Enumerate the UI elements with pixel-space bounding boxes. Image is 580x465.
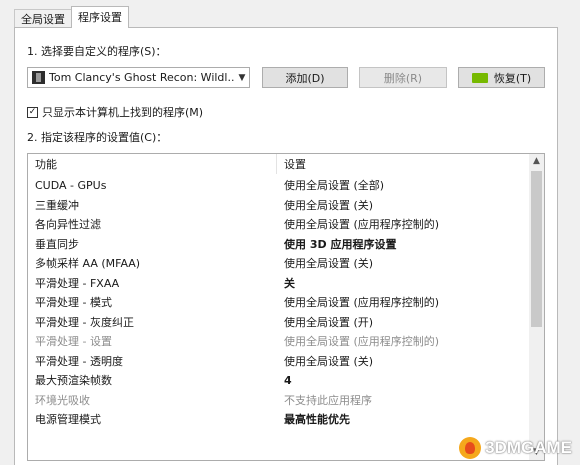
program-select-value: Tom Clancy's Ghost Recon: Wildl... [49, 71, 235, 84]
table-row[interactable]: 三重缓冲 使用全局设置 (关) [28, 196, 530, 216]
table-row[interactable]: 环境光吸收 不支持此应用程序 [28, 391, 530, 411]
watermark-logo: 3DMGAME [459, 437, 572, 459]
watermark-text: 3DMGAME [485, 438, 572, 457]
table-row[interactable]: 平滑处理 - FXAA 关 [28, 274, 530, 294]
table-row[interactable]: 多帧采样 AA (MFAA) 使用全局设置 (关) [28, 254, 530, 274]
chevron-down-icon[interactable]: ▼ [235, 73, 249, 83]
row-feature: 各向异性过滤 [35, 218, 101, 231]
tab-global-settings[interactable]: 全局设置 [14, 9, 72, 28]
row-setting-value[interactable]: 使用全局设置 (关) [277, 196, 373, 216]
show-found-programs-checkbox[interactable]: ✓ [27, 106, 38, 118]
settings-rows: CUDA - GPUs 使用全局设置 (全部) 三重缓冲 使用全局设置 (关) 各向异性… [28, 176, 530, 430]
row-feature: 环境光吸收 [35, 393, 90, 407]
row-setting-value[interactable]: 使用全局设置 (关) [277, 352, 373, 372]
row-feature: 垂直同步 [35, 237, 79, 251]
header-feature[interactable]: 功能 [28, 154, 277, 174]
row-setting-value[interactable]: 不支持此应用程序 [277, 391, 372, 411]
table-row[interactable]: CUDA - GPUs 使用全局设置 (全部) [28, 176, 530, 196]
section1-label: 1. 选择要自定义的程序(S)： [27, 45, 167, 58]
row-feature: 多帧采样 AA (MFAA) [35, 257, 141, 270]
nvidia-logo-icon [471, 72, 488, 83]
program-select[interactable]: Tom Clancy's Ghost Recon: Wildl... ▼ [27, 67, 250, 88]
table-row[interactable]: 最大预渲染帧数 4 [28, 371, 530, 391]
row-setting-value[interactable]: 使用全局设置 (全部) [277, 176, 384, 196]
settings-list-header: 功能 设置 [28, 154, 530, 174]
row-setting-value[interactable]: 最高性能优先 [277, 410, 350, 430]
header-setting[interactable]: 设置 [277, 154, 306, 174]
table-row[interactable]: 平滑处理 - 设置 使用全局设置 (应用程序控制的) [28, 332, 530, 352]
settings-list: 功能 设置 CUDA - GPUs 使用全局设置 (全部) 三重缓冲 使用全局设置 (… [27, 153, 545, 461]
row-setting-value[interactable]: 使用全局设置 (应用程序控制的) [277, 332, 439, 352]
row-feature: 平滑处理 - 设置 [35, 335, 112, 348]
table-row[interactable]: 平滑处理 - 模式 使用全局设置 (应用程序控制的) [28, 293, 530, 313]
row-setting-value[interactable]: 使用全局设置 (应用程序控制的) [277, 215, 439, 235]
row-setting-value[interactable]: 使用全局设置 (开) [277, 313, 373, 333]
game-icon [32, 71, 45, 84]
scroll-up-arrow-icon[interactable]: ▲ [529, 154, 544, 169]
row-feature: CUDA - GPUs [35, 179, 107, 192]
row-feature: 三重缓冲 [35, 198, 79, 212]
row-setting-value[interactable]: 4 [277, 371, 292, 391]
table-row[interactable]: 平滑处理 - 透明度 使用全局设置 (关) [28, 352, 530, 372]
show-found-programs-option[interactable]: ✓ 只显示本计算机上找到的程序(M) [27, 104, 203, 120]
delete-button[interactable]: 删除(R) [359, 67, 447, 88]
row-setting-value[interactable]: 使用全局设置 (应用程序控制的) [277, 293, 439, 313]
table-row[interactable]: 平滑处理 - 灰度纠正 使用全局设置 (开) [28, 313, 530, 333]
table-row[interactable]: 垂直同步 使用 3D 应用程序设置 [28, 235, 530, 255]
scrollbar-thumb[interactable] [531, 171, 542, 327]
add-button[interactable]: 添加(D) [262, 67, 348, 88]
restore-button-label: 恢复(T) [493, 71, 532, 85]
row-feature: 平滑处理 - 模式 [35, 296, 112, 309]
show-found-programs-label: 只显示本计算机上找到的程序(M) [42, 106, 204, 119]
row-feature: 电源管理模式 [35, 413, 101, 426]
section2-label: 2. 指定该程序的设置值(C)： [27, 131, 168, 144]
tab-strip: 全局设置 程序设置 [14, 6, 129, 28]
row-setting-value[interactable]: 使用全局设置 (关) [277, 254, 373, 274]
table-row[interactable]: 电源管理模式 最高性能优先 [28, 410, 530, 430]
row-feature: 平滑处理 - 透明度 [35, 354, 123, 368]
row-setting-value[interactable]: 使用 3D 应用程序设置 [277, 235, 396, 255]
row-feature: 平滑处理 - FXAA [35, 276, 120, 290]
table-row[interactable]: 各向异性过滤 使用全局设置 (应用程序控制的) [28, 215, 530, 235]
tab-program-settings[interactable]: 程序设置 [71, 6, 129, 28]
watermark-mascot-icon [459, 437, 482, 459]
vertical-scrollbar[interactable]: ▲ ▼ [529, 154, 544, 460]
restore-button[interactable]: 恢复(T) [458, 67, 545, 88]
program-settings-panel: 1. 选择要自定义的程序(S)： Tom Clancy's Ghost Reco… [14, 27, 558, 465]
row-setting-value[interactable]: 关 [277, 274, 295, 294]
row-feature: 平滑处理 - 灰度纠正 [35, 315, 134, 329]
row-feature: 最大预渲染帧数 [35, 374, 112, 387]
